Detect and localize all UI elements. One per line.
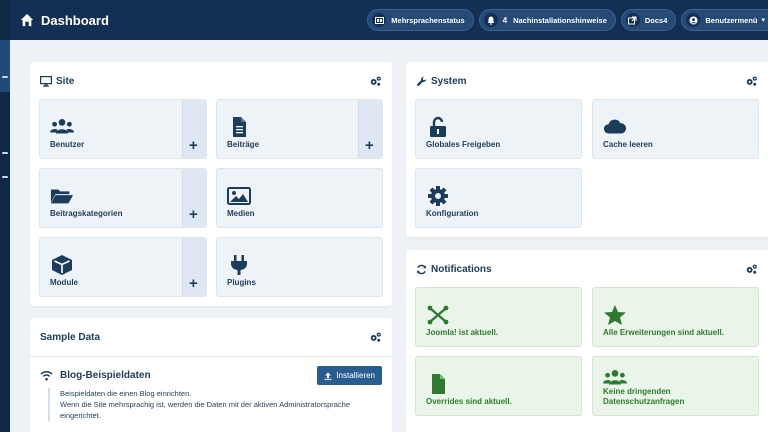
cube-icon (52, 255, 72, 275)
site-title: Site (56, 75, 75, 87)
user-menu-label: Benutzermenü (705, 15, 758, 25)
joomla-icon (427, 305, 449, 325)
unlock-icon (430, 116, 446, 137)
install-button[interactable]: Installieren (317, 366, 382, 385)
tile-clear-cache[interactable]: Cache leeren (592, 99, 759, 159)
home-icon[interactable] (20, 13, 34, 27)
gears-icon[interactable] (369, 331, 382, 343)
divider (30, 356, 392, 357)
tile-privacy-requests[interactable]: Keine dringenden Datenschutzanfragen (592, 356, 759, 416)
tile-categories[interactable]: Beitragskategorien + (39, 168, 207, 228)
tile-global-checkin[interactable]: Globales Freigeben (415, 99, 582, 159)
sidebar-marker (2, 152, 8, 154)
tile-label: Joomla! ist aktuell. (426, 328, 499, 337)
docs-label: Docs4 (644, 15, 668, 25)
tile-label: Medien (227, 209, 255, 218)
add-category-button[interactable]: + (182, 169, 206, 227)
tile-label: Overrides sind aktuell. (426, 397, 512, 406)
tile-label: Benutzer (50, 140, 85, 149)
tile-users[interactable]: Benutzer + (39, 99, 207, 159)
tile-extensions-uptodate[interactable]: Alle Erweiterungen sind aktuell. (592, 287, 759, 347)
tile-label: Beiträge (227, 140, 260, 149)
docs-button[interactable]: Docs4 (620, 9, 677, 31)
tile-overrides-uptodate[interactable]: Overrides sind aktuell. (415, 356, 582, 416)
sidebar-marker (2, 176, 8, 178)
sample-item-title: Blog-Beispieldaten (60, 370, 151, 381)
plug-icon (231, 255, 247, 275)
tile-modules[interactable]: Module + (39, 237, 207, 297)
file-icon (233, 117, 246, 137)
tile-configuration[interactable]: Konfiguration (415, 168, 582, 228)
external-link-icon (625, 13, 640, 27)
tile-label: Alle Erweiterungen sind aktuell. (603, 328, 724, 337)
user-icon (686, 13, 701, 27)
post-install-button[interactable]: 4 Nachinstallationshinweise (478, 9, 616, 31)
tile-label: Module (50, 278, 78, 287)
users-icon (50, 119, 74, 134)
notifications-title: Notifications (431, 263, 492, 275)
wrench-icon (416, 76, 427, 86)
tile-label: Cache leeren (603, 140, 653, 149)
tile-label: Globales Freigeben (426, 140, 501, 149)
install-label: Installieren (336, 371, 375, 380)
tile-media[interactable]: Medien (216, 168, 383, 228)
system-title: System (431, 75, 467, 87)
sample-data-title: Sample Data (40, 331, 101, 343)
star-icon (604, 305, 626, 325)
sidebar-active-item[interactable] (0, 40, 10, 92)
wifi-icon (40, 370, 53, 381)
notification-count: 4 (502, 15, 508, 25)
user-menu-button[interactable]: Benutzermenü ▾ (681, 9, 768, 31)
tile-label: Keine dringenden Datenschutzanfragen (603, 387, 685, 406)
tile-joomla-uptodate[interactable]: Joomla! ist aktuell. (415, 287, 582, 347)
sync-icon (417, 264, 426, 274)
gears-icon[interactable] (369, 75, 382, 87)
tile-label: Beitragskategorien (50, 209, 123, 218)
header: Dashboard Mehrsprachenstatus 4 Nachinsta… (10, 0, 768, 40)
sample-data-card: Sample Data Blog-Beispieldaten Installie… (30, 318, 392, 432)
users-icon (603, 370, 627, 385)
multilang-status-button[interactable]: Mehrsprachenstatus (367, 9, 474, 31)
tile-articles[interactable]: Beiträge + (216, 99, 383, 159)
page-title: Dashboard (41, 12, 109, 28)
chevron-down-icon: ▾ (761, 17, 765, 24)
tile-label: Konfiguration (426, 209, 479, 218)
post-install-label: Nachinstallationshinweise (513, 15, 607, 25)
notifications-card: Notifications Joomla! ist aktuell. Alle … (406, 250, 768, 432)
monitor-icon (40, 75, 52, 87)
sidebar (0, 0, 10, 432)
cloud-icon (603, 119, 627, 134)
sample-description: Beispieldaten die einen Blog einrichten.… (48, 388, 388, 421)
add-article-button[interactable]: + (358, 100, 382, 158)
multilang-status-label: Mehrsprachenstatus (391, 15, 465, 25)
add-module-button[interactable]: + (182, 238, 206, 296)
gears-icon[interactable] (745, 75, 758, 87)
file-icon (432, 374, 445, 394)
add-user-button[interactable]: + (182, 100, 206, 158)
site-card: Site Benutzer + Beiträge + Beitragskateg… (30, 62, 392, 306)
tile-plugins[interactable]: Plugins (216, 237, 383, 297)
bell-icon (483, 13, 498, 27)
tile-label: Plugins (227, 278, 256, 287)
cog-icon (428, 186, 448, 206)
language-icon (372, 13, 387, 27)
sidebar-marker (2, 76, 8, 78)
upload-icon (324, 372, 332, 380)
gears-icon[interactable] (745, 263, 758, 275)
folder-open-icon (50, 189, 74, 204)
image-icon (227, 187, 251, 205)
system-card: System Globales Freigeben Cache leeren K… (406, 62, 768, 237)
